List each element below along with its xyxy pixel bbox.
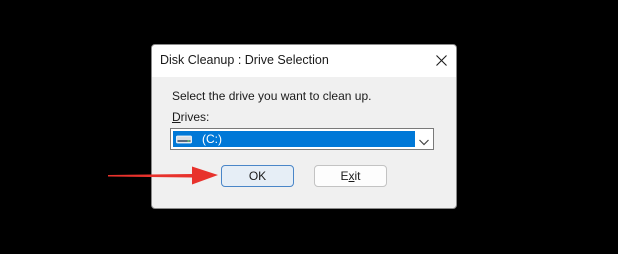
dialog-title: Disk Cleanup : Drive Selection	[160, 53, 329, 67]
chevron-down-icon[interactable]	[418, 134, 430, 146]
selected-drive-value: (C:)	[202, 132, 222, 146]
exit-label-prefix: E	[340, 169, 349, 183]
drives-label: Drives:	[172, 110, 209, 124]
instruction-text: Select the drive you want to clean up.	[172, 89, 372, 103]
close-button[interactable]	[426, 45, 456, 75]
hard-drive-icon	[176, 133, 192, 145]
drives-dropdown[interactable]: (C:)	[170, 128, 434, 150]
drives-label-mnemonic: D	[172, 110, 181, 124]
ok-button[interactable]: OK	[221, 165, 294, 187]
ok-button-label: OK	[248, 169, 267, 183]
exit-button[interactable]: Ex it	[314, 165, 387, 187]
exit-label-suffix: it	[354, 169, 361, 183]
desktop-background: Disk Cleanup : Drive Selection Select th…	[0, 0, 618, 254]
drives-label-rest: rives:	[180, 110, 210, 124]
title-bar: Disk Cleanup : Drive Selection	[152, 45, 456, 77]
close-icon	[435, 54, 447, 66]
red-arrow-icon	[108, 166, 218, 185]
selected-drive-option[interactable]: (C:)	[173, 131, 415, 147]
